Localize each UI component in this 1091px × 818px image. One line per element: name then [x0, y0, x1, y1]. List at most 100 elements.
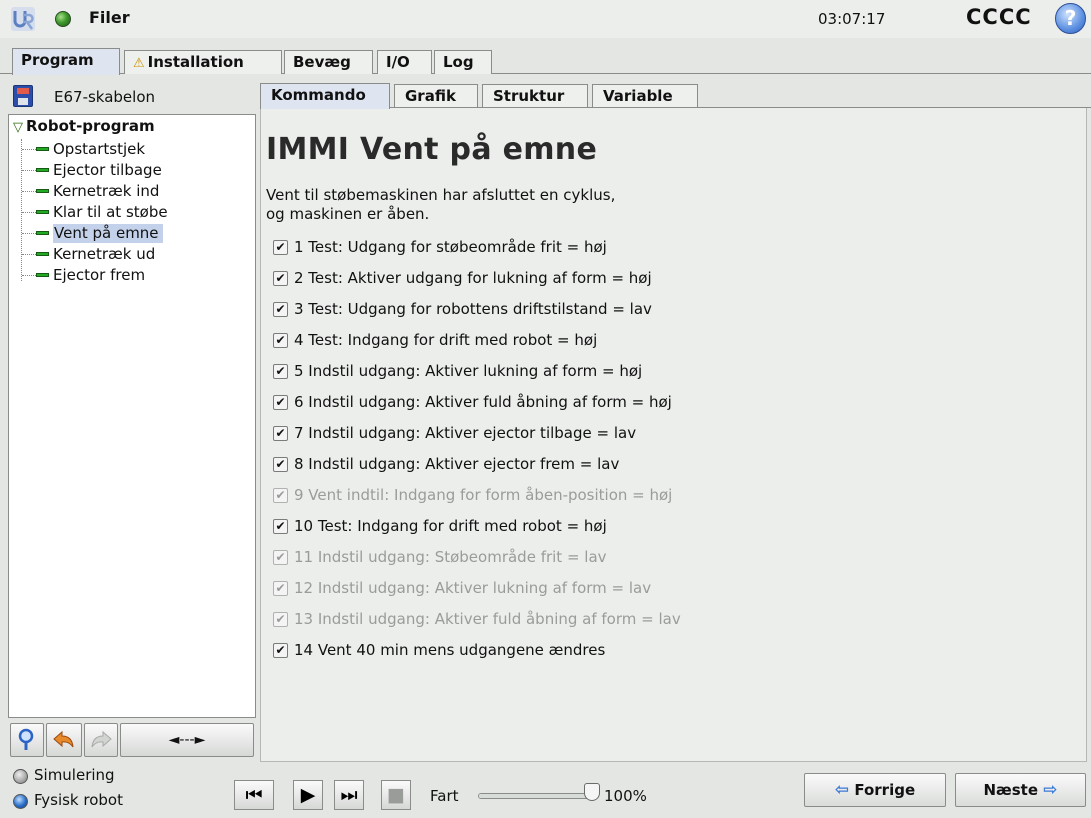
simulation-radio[interactable] — [13, 769, 28, 784]
check-label: 6 Indstil udgang: Aktiver fuld åbning af… — [294, 393, 672, 411]
checkbox: ✔ — [273, 550, 288, 565]
tab-label: Program — [21, 51, 94, 69]
speed-slider[interactable] — [478, 793, 594, 799]
help-icon: ? — [1064, 6, 1077, 30]
undo-button[interactable] — [46, 723, 82, 757]
tree-item-label: Ejector frem — [53, 266, 146, 284]
check-label: 13 Indstil udgang: Aktiver fuld åbning a… — [294, 610, 681, 628]
expand-triangle-icon[interactable]: ▽ — [13, 120, 23, 135]
step-button[interactable]: ⏭ — [334, 780, 364, 810]
tree-toolbar: ◄---► — [8, 723, 256, 759]
tab-io[interactable]: I/O — [377, 50, 432, 74]
tab-label: Kommando — [271, 86, 366, 104]
skip-to-start-icon: ⏮ — [245, 784, 263, 806]
stop-button[interactable]: ■ — [381, 780, 411, 810]
tab-kommando[interactable]: Kommando — [260, 83, 390, 109]
check-label: 4 Test: Indgang for drift med robot = hø… — [294, 331, 598, 349]
tree-item-label: Ejector tilbage — [53, 161, 162, 179]
step-icon: ⏭ — [340, 784, 358, 806]
checkbox: ✔ — [273, 488, 288, 503]
tab-label: I/O — [386, 53, 410, 71]
tree-item[interactable]: Klar til at støbe — [21, 202, 168, 223]
check-label: 11 Indstil udgang: Støbeområde frit = la… — [294, 548, 607, 566]
previous-label: Forrige — [854, 781, 916, 799]
help-button[interactable]: ? — [1055, 3, 1086, 34]
physical-robot-label: Fysisk robot — [34, 791, 123, 809]
command-node-icon — [36, 147, 49, 151]
tab-program[interactable]: Program — [12, 48, 120, 75]
top-bar: Filer 03:07:17 CCCC ? — [0, 0, 1091, 38]
description-line: Vent til støbemaskinen har afsluttet en … — [266, 186, 616, 204]
tab-struktur[interactable]: Struktur — [482, 84, 588, 108]
tab-installation[interactable]: ⚠ Installation — [124, 50, 282, 74]
command-content: IMMI Vent på emne Vent til støbemaskinen… — [260, 108, 1087, 762]
check-label: 8 Indstil udgang: Aktiver ejector frem =… — [294, 455, 620, 473]
files-menu[interactable]: Filer — [89, 8, 130, 27]
command-node-icon — [36, 189, 49, 193]
command-panel: Kommando Grafik Struktur Variable IMMI V… — [260, 78, 1091, 762]
check-label: 9 Vent indtil: Indgang for form åben-pos… — [294, 486, 673, 504]
search-button[interactable] — [10, 723, 44, 757]
redo-button[interactable] — [84, 723, 118, 757]
arrow-right-icon: ⇨ — [1043, 780, 1058, 800]
simulation-label: Simulering — [34, 766, 115, 784]
previous-button[interactable]: ⇦ Forrige — [804, 773, 946, 807]
checkbox: ✔ — [273, 612, 288, 627]
tab-log[interactable]: Log — [434, 50, 492, 74]
physical-robot-radio[interactable] — [13, 794, 28, 809]
redo-arrow-icon — [91, 730, 112, 748]
check-label: 1 Test: Udgang for støbeområde frit = hø… — [294, 238, 607, 256]
robot-name: CCCC — [966, 5, 1032, 29]
floppy-disk-icon[interactable] — [13, 85, 33, 107]
speed-value: 100% — [604, 787, 647, 805]
checkbox[interactable]: ✔ — [273, 302, 288, 317]
next-button[interactable]: Næste ⇨ — [955, 773, 1086, 807]
speed-slider-thumb[interactable] — [584, 783, 600, 801]
tree-item[interactable]: Kernetræk ind — [21, 181, 159, 202]
checkbox[interactable]: ✔ — [273, 519, 288, 534]
checkbox[interactable]: ✔ — [273, 240, 288, 255]
stop-icon: ■ — [387, 784, 405, 806]
check-label: 12 Indstil udgang: Aktiver lukning af fo… — [294, 579, 652, 597]
check-label: 5 Indstil udgang: Aktiver lukning af for… — [294, 362, 643, 380]
checkbox[interactable]: ✔ — [273, 333, 288, 348]
tree-item[interactable]: Kernetræk ud — [21, 244, 155, 265]
move-node-button[interactable]: ◄---► — [120, 723, 254, 757]
tab-grafik[interactable]: Grafik — [394, 84, 478, 108]
tree-item[interactable]: Opstartstjek — [21, 139, 145, 160]
program-tree[interactable]: ▽ Robot-program Opstartstjek Ejector tilb… — [8, 114, 256, 718]
command-node-icon — [36, 231, 49, 235]
move-arrows-icon: ◄---► — [168, 732, 206, 748]
command-node-icon — [36, 168, 49, 172]
tab-bevaeg[interactable]: Bevæg — [284, 50, 373, 74]
play-button[interactable]: ▶ — [293, 780, 323, 810]
speed-slider-fill — [479, 794, 593, 798]
next-label: Næste — [983, 781, 1039, 799]
rewind-button[interactable]: ⏮ — [234, 780, 274, 810]
program-tree-panel: E67-skabelon ▽ Robot-program Opstartstjek… — [8, 78, 256, 762]
speed-label: Fart — [430, 787, 459, 805]
magnifier-icon — [18, 728, 34, 750]
check-label: 7 Indstil udgang: Aktiver ejector tilbag… — [294, 424, 637, 442]
checkbox[interactable]: ✔ — [273, 271, 288, 286]
check-label: 2 Test: Aktiver udgang for lukning af fo… — [294, 269, 652, 287]
tree-item[interactable]: Ejector frem — [21, 265, 145, 286]
bottom-bar: Simulering Fysisk robot ⏮ ▶ ⏭ ■ Fart 100… — [0, 764, 1091, 818]
checkbox[interactable]: ✔ — [273, 457, 288, 472]
tree-item-label: Kernetræk ud — [53, 245, 156, 263]
checkbox[interactable]: ✔ — [273, 364, 288, 379]
program-name: E67-skabelon — [54, 88, 156, 106]
tab-variable[interactable]: Variable — [592, 84, 698, 108]
check-label: 3 Test: Udgang for robottens driftstilst… — [294, 300, 652, 318]
status-indicator-icon — [55, 11, 71, 27]
undo-arrow-icon — [53, 730, 74, 748]
checkbox[interactable]: ✔ — [273, 426, 288, 441]
tree-item-label: Opstartstjek — [53, 140, 146, 158]
tree-root[interactable]: ▽ Robot-program — [13, 117, 155, 135]
tree-item-selected[interactable]: Vent på emne — [21, 223, 163, 244]
checkbox[interactable]: ✔ — [273, 395, 288, 410]
checkbox: ✔ — [273, 581, 288, 596]
tree-item[interactable]: Ejector tilbage — [21, 160, 162, 181]
command-node-icon — [36, 210, 49, 214]
checkbox[interactable]: ✔ — [273, 643, 288, 658]
